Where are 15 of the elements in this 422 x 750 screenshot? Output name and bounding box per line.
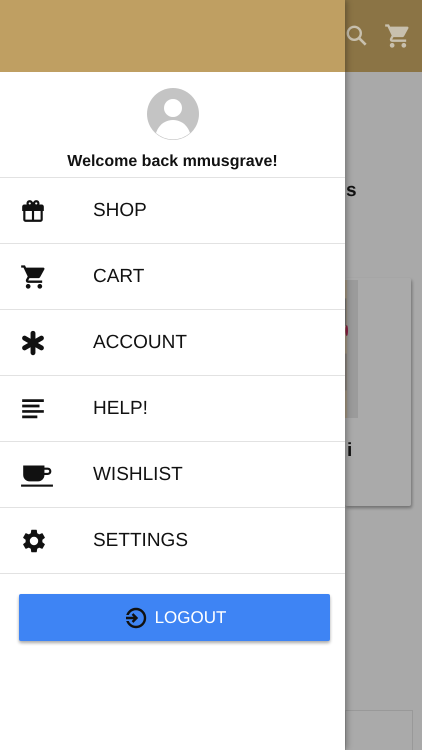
login-icon <box>122 606 147 630</box>
logout-button[interactable]: LOGOUT <box>19 594 330 641</box>
card-title: i <box>347 440 354 462</box>
product-card[interactable]: i <box>345 278 411 506</box>
section-heading: s <box>346 180 357 202</box>
menu-item[interactable]: HELP! <box>0 376 345 442</box>
menu-item[interactable]: CART <box>0 244 345 310</box>
menu-item[interactable]: WISHLIST <box>0 442 345 508</box>
menu-item[interactable]: SETTINGS <box>0 508 345 574</box>
asterisk-icon <box>20 330 46 356</box>
menu-item[interactable]: SHOP <box>0 178 345 244</box>
menu-item[interactable]: ACCOUNT <box>0 310 345 376</box>
welcome-text: Welcome back mmusgrave! <box>67 153 278 171</box>
avatar-icon <box>146 88 198 140</box>
gift-icon <box>20 198 46 224</box>
